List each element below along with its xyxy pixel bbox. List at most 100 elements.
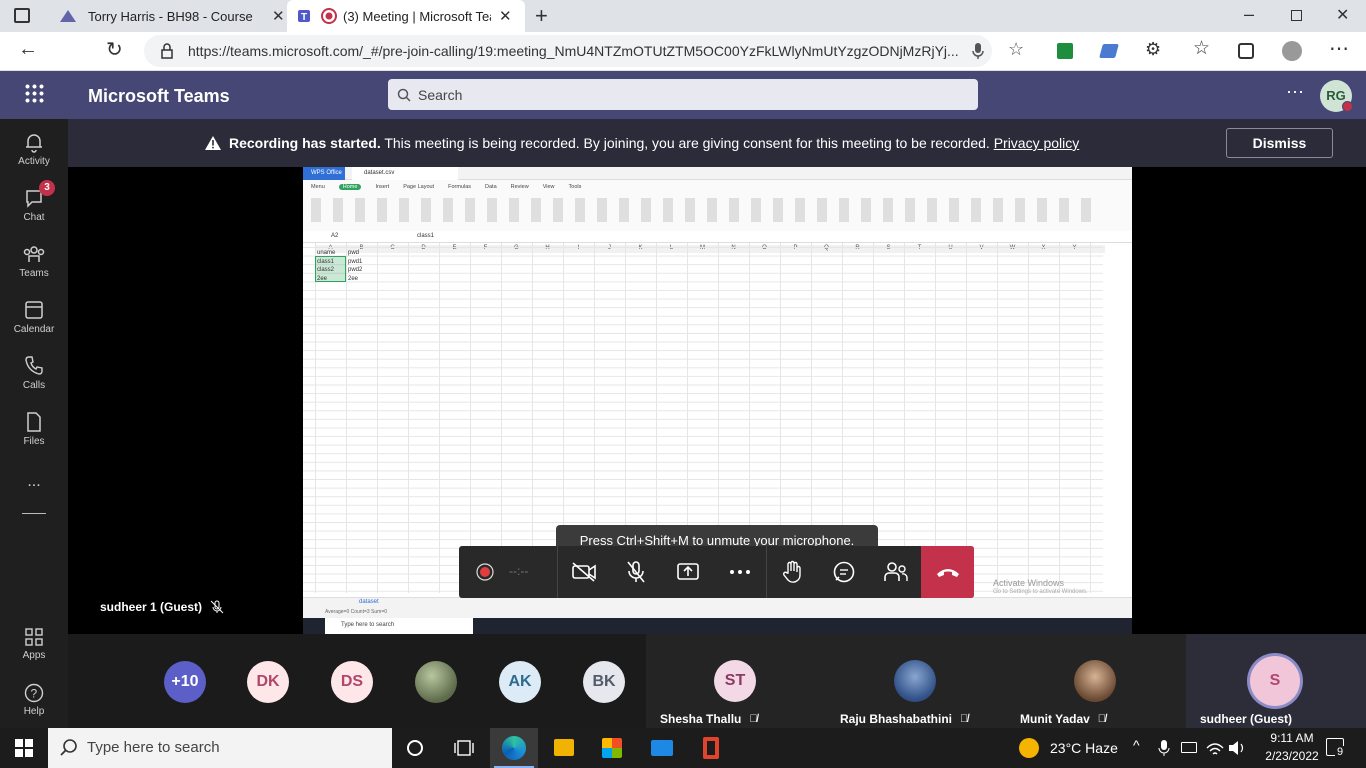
ribbon-tab[interactable]: View (543, 184, 555, 190)
tab-actions-icon[interactable] (14, 8, 30, 23)
more-icon: ... (27, 473, 41, 490)
sidebar-item-teams[interactable]: Teams (0, 243, 68, 279)
phone-icon (25, 356, 43, 375)
more-actions-button[interactable] (714, 546, 766, 598)
cell-b1: pwd (348, 250, 360, 256)
wps-app-tab: WPS Office (303, 167, 345, 180)
office-icon[interactable] (703, 737, 719, 759)
ribbon-tab[interactable]: Page Layout (403, 184, 434, 190)
microphone-icon[interactable] (972, 42, 984, 60)
close-tab-icon[interactable]: ✕ (272, 7, 285, 25)
search-placeholder: Search (418, 87, 463, 103)
collections-icon[interactable] (1238, 43, 1254, 59)
restore-icon[interactable] (1291, 10, 1302, 21)
more-participants-avatar[interactable]: +10 (164, 661, 206, 703)
teams-header: Microsoft Teams Search ⋯ RG (0, 71, 1366, 119)
ribbon-tab[interactable]: Tools (569, 184, 582, 190)
participants-button[interactable] (870, 546, 922, 598)
participant-avatar[interactable]: AK (499, 661, 541, 703)
sidebar-item-more[interactable]: ... (0, 473, 68, 491)
new-tab-icon[interactable]: + (535, 3, 548, 29)
browser-tab-course[interactable]: Torry Harris - BH98 - Course ✕ (48, 0, 286, 32)
ribbon-tab-home[interactable]: Home (338, 184, 362, 190)
favorite-icon[interactable]: ☆ (1008, 39, 1024, 60)
extension-green-icon[interactable] (1057, 43, 1073, 59)
share-button[interactable] (662, 546, 714, 598)
taskbar-search-input[interactable]: Type here to search (48, 728, 392, 768)
ribbon-tab[interactable]: Menu (311, 184, 325, 190)
file-explorer-icon[interactable] (554, 739, 574, 756)
people-icon (884, 562, 908, 581)
teams-sidebar: Activity Chat 3 Teams Calendar Calls Fil… (0, 119, 68, 728)
bell-icon (26, 134, 42, 153)
ribbon-tab[interactable]: Formulas (448, 184, 471, 190)
sidebar-item-help[interactable]: ? Help (0, 683, 68, 717)
leave-call-button[interactable] (921, 546, 974, 598)
participant-avatar[interactable]: BK (583, 661, 625, 703)
sidebar-item-chat[interactable]: Chat 3 (0, 180, 68, 223)
ribbon-tab[interactable]: Review (511, 184, 529, 190)
raise-hand-button[interactable] (766, 546, 818, 598)
sidebar-item-activity[interactable]: Activity (0, 131, 68, 167)
volume-icon[interactable] (1228, 740, 1246, 756)
sidebar-item-label: Apps (22, 650, 46, 661)
more-options-icon[interactable]: ⋯ (1286, 82, 1304, 103)
participant-tile[interactable]: ST Shesha Thallu 🎙̸ (646, 634, 826, 728)
show-hidden-icons[interactable]: ^ (1133, 737, 1140, 753)
url-field[interactable]: https://teams.microsoft.com/_#/pre-join-… (144, 35, 1024, 67)
wifi-icon[interactable] (1206, 740, 1224, 756)
task-view-icon[interactable] (454, 739, 474, 757)
camera-off-icon (572, 562, 596, 582)
participant-avatar[interactable]: DS (331, 661, 373, 703)
close-window-icon[interactable]: ✕ (1336, 5, 1349, 25)
extensions-icon[interactable]: ⚙ (1145, 39, 1161, 60)
sidebar-item-apps[interactable]: Apps (0, 627, 68, 661)
cortana-icon[interactable] (407, 740, 423, 756)
participant-tile[interactable]: Munit Yadav 🎙̸ (1006, 634, 1186, 728)
edge-taskbar-button[interactable] (490, 728, 538, 768)
shared-taskbar-search: Type here to search (325, 618, 473, 634)
participant-photo-avatar[interactable] (415, 661, 457, 703)
store-icon[interactable] (602, 738, 622, 758)
mic-muted-icon: 🎙̸ (960, 713, 969, 725)
recording-banner: Recording has started. This meeting is b… (68, 119, 1366, 167)
search-input[interactable]: Search (388, 79, 978, 110)
activate-watermark-sub: Go to Settings to activate Windows. (993, 589, 1088, 595)
dismiss-button[interactable]: Dismiss (1226, 128, 1333, 158)
warning-icon (205, 136, 221, 150)
clock-time[interactable]: 9:11 AM (1260, 731, 1324, 745)
close-tab-icon[interactable]: ✕ (499, 7, 512, 25)
sidebar-item-calls[interactable]: Calls (0, 355, 68, 391)
sidebar-item-label: Teams (19, 268, 49, 279)
battery-icon[interactable] (1181, 742, 1197, 753)
participant-tile-self[interactable]: S sudheer (Guest) (1186, 634, 1366, 728)
profile-icon[interactable] (1282, 41, 1302, 61)
privacy-policy-link[interactable]: Privacy policy (994, 135, 1080, 151)
settings-more-icon[interactable]: ⋯ (1329, 36, 1349, 61)
sidebar-item-label: Calendar (13, 324, 55, 335)
back-icon[interactable]: ← (18, 38, 38, 61)
ribbon-tab[interactable]: Data (485, 184, 497, 190)
mic-off-icon (627, 561, 645, 583)
sidebar-item-calendar[interactable]: Calendar (0, 299, 68, 335)
mic-tray-icon[interactable] (1158, 739, 1170, 757)
browser-tab-meeting[interactable]: T (3) Meeting | Microsoft Teams ✕ (287, 0, 525, 32)
extension-blue-icon[interactable] (1099, 44, 1119, 58)
app-launcher-icon[interactable] (24, 83, 44, 103)
chat-button[interactable] (818, 546, 870, 598)
sidebar-item-files[interactable]: Files (0, 411, 68, 447)
minimize-icon[interactable]: – (1244, 4, 1254, 25)
calendar-icon (25, 301, 43, 319)
participant-avatar[interactable]: DK (247, 661, 289, 703)
windows-start-icon[interactable] (15, 739, 33, 757)
clock-date[interactable]: 2/23/2022 (1260, 749, 1324, 763)
mail-icon[interactable] (651, 740, 673, 756)
mic-toggle-button[interactable] (610, 546, 662, 598)
favorites-icon[interactable]: ☆ (1193, 37, 1210, 60)
participant-tile[interactable]: Raju Bhashabathini 🎙̸ (826, 634, 1006, 728)
refresh-icon[interactable]: ↻ (106, 37, 123, 62)
apps-icon (25, 628, 43, 646)
camera-toggle-button[interactable] (558, 546, 610, 598)
sheet-tab[interactable]: dataset (359, 599, 379, 605)
ribbon-tab[interactable]: Insert (375, 184, 389, 190)
